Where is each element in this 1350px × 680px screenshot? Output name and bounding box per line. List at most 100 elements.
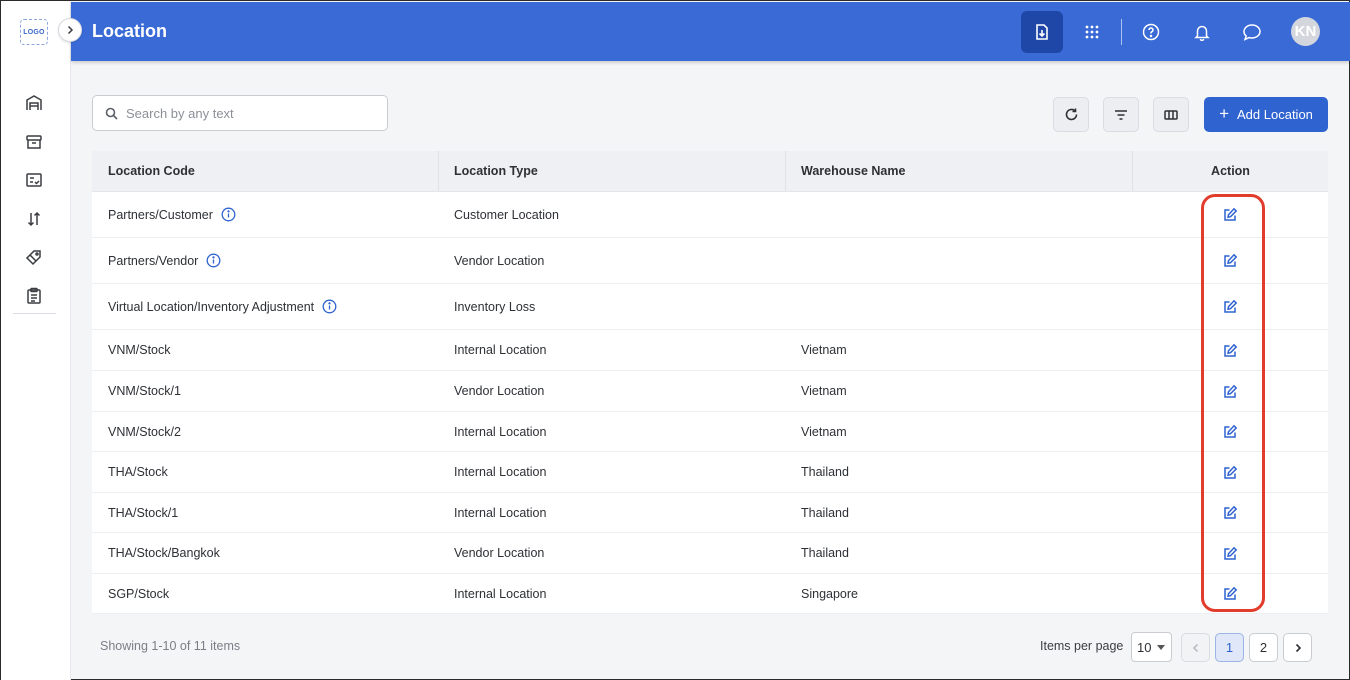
location-code-cell: Virtual Location/Inventory Adjustment	[92, 299, 439, 314]
table-row[interactable]: Virtual Location/Inventory Adjustment Inv…	[92, 284, 1328, 330]
location-code-cell: THA/Stock/Bangkok	[92, 546, 439, 560]
info-button[interactable]	[206, 253, 221, 268]
add-location-button[interactable]: + Add Location	[1204, 97, 1328, 132]
chat-button[interactable]	[1231, 11, 1273, 53]
location-code-text: SGP/Stock	[108, 586, 170, 601]
edit-button[interactable]	[1220, 250, 1242, 272]
location-code-text: THA/Stock	[108, 465, 168, 479]
info-button[interactable]	[322, 299, 337, 314]
edit-button[interactable]	[1220, 502, 1242, 524]
warehouse-name-cell: Singapore	[801, 586, 858, 601]
chevron-left-icon	[1192, 643, 1198, 652]
edit-icon	[1224, 299, 1238, 313]
columns-button[interactable]	[1153, 97, 1189, 132]
warehouse-icon	[26, 95, 42, 111]
table-row[interactable]: THA/Stock Internal Location Thailand	[92, 452, 1328, 493]
table-row[interactable]: THA/Stock/Bangkok Vendor Location Thailand	[92, 533, 1328, 574]
user-avatar[interactable]: KN	[1291, 17, 1320, 46]
apps-grid-icon	[1085, 25, 1099, 39]
sidebar-expand-button[interactable]	[58, 18, 82, 42]
sidebar-item-warehouse[interactable]	[1, 84, 67, 123]
refresh-button[interactable]	[1053, 97, 1089, 132]
location-type-cell: Vendor Location	[454, 546, 545, 560]
search-input[interactable]	[126, 105, 366, 121]
search-box[interactable]	[92, 95, 388, 131]
edit-button[interactable]	[1220, 583, 1242, 605]
action-cell	[1133, 250, 1328, 272]
location-code-cell: VNM/Stock	[92, 343, 439, 357]
table-row[interactable]: Partners/Customer Customer Location	[92, 192, 1328, 238]
sidebar-item-archive[interactable]	[1, 123, 67, 162]
edit-button[interactable]	[1220, 421, 1242, 443]
edit-icon	[1224, 207, 1238, 221]
edit-icon	[1224, 253, 1238, 267]
filter-button[interactable]	[1103, 97, 1139, 132]
sidebar-item-reports[interactable]	[1, 277, 67, 316]
filter-icon	[1115, 109, 1127, 120]
apps-button[interactable]	[1071, 11, 1113, 53]
location-code-cell: Partners/Vendor	[92, 253, 439, 268]
location-type-cell: Internal Location	[454, 465, 547, 479]
showing-items-text: Showing 1-10 of 11 items	[100, 639, 241, 653]
location-type-cell: Internal Location	[454, 505, 547, 520]
action-cell	[1133, 296, 1328, 318]
sidebar-item-checklist[interactable]	[1, 161, 67, 200]
warehouse-name-cell: Thailand	[801, 546, 849, 560]
caret-down-icon	[1157, 645, 1165, 650]
edit-button[interactable]	[1220, 461, 1242, 483]
col-header-location-type[interactable]: Location Type	[439, 151, 786, 191]
tags-icon	[25, 249, 41, 265]
info-button[interactable]	[221, 207, 236, 222]
table-row[interactable]: Partners/Vendor Vendor Location	[92, 238, 1328, 284]
table-row[interactable]: THA/Stock/1 Internal Location Thailand	[92, 493, 1328, 533]
action-cell	[1133, 421, 1328, 443]
location-type-cell: Internal Location	[454, 586, 547, 601]
table-row[interactable]: VNM/Stock/2 Internal Location Vietnam	[92, 412, 1328, 452]
table-row[interactable]: VNM/Stock/1 Vendor Location Vietnam	[92, 371, 1328, 412]
items-per-page-value: 10	[1137, 639, 1152, 655]
table-row[interactable]: SGP/Stock Internal Location Singapore	[92, 574, 1328, 614]
location-type-cell: Vendor Location	[454, 384, 545, 398]
edit-button[interactable]	[1220, 204, 1242, 226]
location-code-text: VNM/Stock/1	[108, 384, 181, 398]
sidebar: LOGO	[1, 1, 71, 680]
location-code-text: Partners/Customer	[108, 207, 213, 222]
clipboard-icon	[27, 288, 41, 305]
next-page-button[interactable]	[1283, 633, 1312, 662]
page-button-2[interactable]: 2	[1249, 633, 1278, 662]
help-icon	[1142, 23, 1160, 41]
edit-button[interactable]	[1220, 296, 1242, 318]
sidebar-item-tags[interactable]	[1, 238, 67, 277]
logo: LOGO	[20, 19, 48, 45]
file-download-icon	[1036, 24, 1048, 40]
location-type-cell: Vendor Location	[454, 253, 545, 268]
location-code-text: THA/Stock/Bangkok	[108, 546, 220, 560]
action-cell	[1133, 204, 1328, 226]
checklist-icon	[26, 173, 42, 188]
items-per-page-select[interactable]: 10	[1131, 632, 1172, 662]
sort-arrows-icon	[27, 212, 41, 227]
archive-icon	[26, 135, 42, 149]
edit-button[interactable]	[1220, 380, 1242, 402]
page-title: Location	[92, 21, 167, 41]
search-icon	[105, 107, 118, 120]
sidebar-item-adjustments[interactable]	[1, 200, 67, 239]
chevron-right-icon	[1295, 643, 1301, 652]
prev-page-button[interactable]	[1181, 633, 1210, 662]
notifications-button[interactable]	[1181, 11, 1223, 53]
edit-icon	[1224, 384, 1238, 398]
edit-button[interactable]	[1220, 339, 1242, 361]
location-code-cell: SGP/Stock	[92, 587, 439, 601]
location-code-text: VNM/Stock/2	[108, 424, 181, 439]
col-header-location-code[interactable]: Location Code	[92, 151, 439, 191]
info-icon	[322, 299, 337, 314]
action-cell	[1133, 380, 1328, 402]
warehouse-name-cell: Thailand	[801, 465, 849, 479]
col-header-warehouse-name[interactable]: Warehouse Name	[786, 151, 1133, 191]
warehouse-name-cell: Vietnam	[801, 343, 847, 357]
page-button-1[interactable]: 1	[1215, 633, 1244, 662]
download-button[interactable]	[1021, 11, 1063, 53]
edit-button[interactable]	[1220, 542, 1242, 564]
table-row[interactable]: VNM/Stock Internal Location Vietnam	[92, 330, 1328, 371]
help-button[interactable]	[1130, 11, 1172, 53]
